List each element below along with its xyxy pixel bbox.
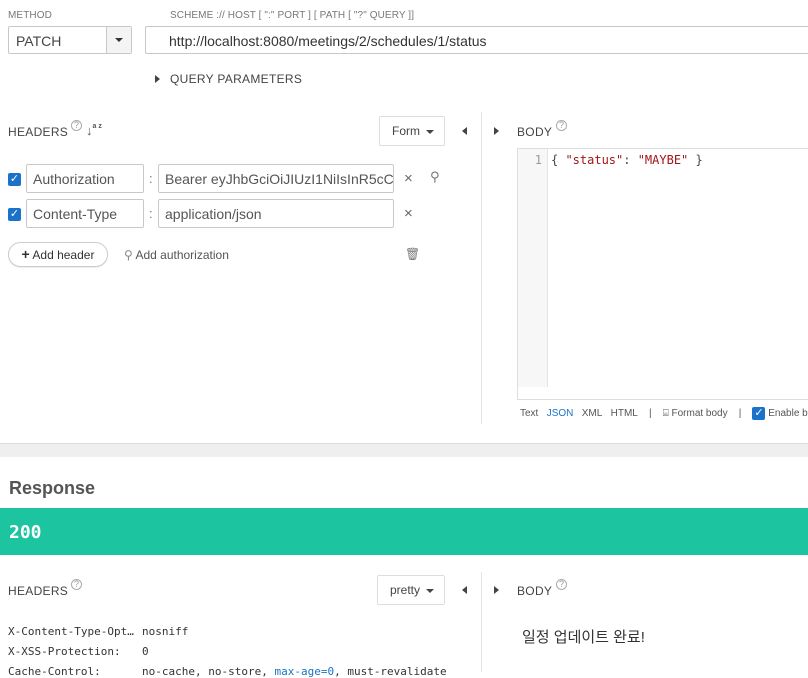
response-header-value: 0 (142, 645, 149, 658)
section-separator (0, 443, 808, 457)
add-header-button[interactable]: + Add header (8, 242, 108, 267)
format-separator: | (648, 408, 652, 420)
format-xml[interactable]: XML (582, 408, 603, 419)
close-icon[interactable]: × (404, 205, 413, 222)
sort-icon[interactable]: ↓a z (86, 123, 102, 138)
response-title: Response (9, 478, 96, 498)
triangle-left-icon[interactable] (462, 586, 467, 594)
pretty-label: pretty (390, 583, 421, 597)
header-colon: : (149, 171, 153, 186)
panel-divider[interactable] (481, 112, 482, 424)
editor-gutter: 1 (518, 149, 548, 387)
pretty-dropdown[interactable]: pretty (377, 575, 445, 605)
method-value: PATCH (16, 33, 62, 49)
format-body-button[interactable]: Format body (671, 408, 727, 419)
info-icon: ? (556, 579, 567, 590)
status-code: 200 (9, 522, 42, 543)
form-dropdown[interactable]: Form (379, 116, 445, 146)
header-value-field[interactable]: application/json (158, 199, 394, 228)
plus-icon: + (21, 246, 30, 262)
format-text[interactable]: Text (520, 408, 538, 419)
wand-icon: ⌸ (662, 408, 669, 420)
body-title: BODY (517, 125, 553, 139)
info-icon: ? (556, 120, 567, 131)
chevron-down-icon (426, 588, 435, 593)
response-header-name: X-Content-Type-Opt… (8, 625, 134, 638)
response-headers-title: HEADERS (8, 584, 69, 598)
query-params-label: QUERY PARAMETERS (170, 72, 303, 86)
panel-divider[interactable] (481, 572, 482, 672)
add-authorization-link[interactable]: ⚲ Add authorization (124, 248, 229, 262)
body-code-line[interactable]: { "status": "MAYBE" } (551, 153, 703, 167)
checkbox-icon[interactable]: ✓ (752, 407, 766, 420)
url-value: http://localhost:8080/meetings/2/schedul… (169, 33, 487, 49)
response-header-row: X-XSS-Protection: 0 (8, 645, 149, 658)
form-label: Form (392, 124, 420, 138)
triangle-right-icon[interactable] (494, 127, 499, 135)
enable-body-label[interactable]: Enable body (768, 408, 808, 419)
info-icon: ? (71, 120, 82, 131)
key-icon: ⚲ (124, 248, 133, 262)
headers-title: HEADERS (8, 125, 69, 139)
body-format-bar: Text JSON XML HTML | ⌸ Format body | ✓ E… (520, 407, 808, 420)
method-label: METHOD (8, 10, 52, 21)
response-header-name: X-XSS-Protection: (8, 645, 121, 658)
header-name-field[interactable]: Content-Type (26, 199, 144, 228)
triangle-right-icon (155, 75, 160, 83)
triangle-left-icon[interactable] (462, 127, 467, 135)
add-auth-label: Add authorization (135, 248, 229, 262)
trash-icon[interactable]: 🗑 (405, 247, 420, 261)
format-html[interactable]: HTML (611, 408, 638, 419)
url-input[interactable]: http://localhost:8080/meetings/2/schedul… (145, 26, 808, 54)
response-body-title: BODY (517, 584, 553, 598)
header-name-field[interactable]: Authorization (26, 164, 144, 193)
header-value-field[interactable]: Bearer eyJhbGciOiJIUzI1NiIsInR5cCI6 (158, 164, 394, 193)
line-number: 1 (534, 153, 542, 167)
method-select[interactable]: PATCH (8, 26, 132, 54)
response-header-value: nosniff (142, 625, 189, 638)
info-icon: ? (71, 579, 82, 590)
chevron-down-icon[interactable] (106, 27, 131, 53)
chevron-down-icon (426, 129, 434, 134)
url-hint-label: SCHEME :// HOST [ ":" PORT ] [ PATH [ "?… (170, 10, 415, 21)
key-icon[interactable]: ⚲ (430, 169, 440, 185)
status-bar: 200 (0, 508, 808, 555)
close-icon[interactable]: × (404, 170, 413, 187)
response-body-text: 일정 업데이트 완료! (522, 629, 645, 646)
checkbox-icon[interactable]: ✓ (8, 208, 21, 221)
add-header-label: Add header (32, 248, 95, 262)
header-colon: : (149, 206, 153, 221)
body-editor[interactable]: 1 { "status": "MAYBE" } (517, 148, 808, 400)
format-json[interactable]: JSON (547, 408, 574, 419)
response-header-row: X-Content-Type-Opt… nosniff (8, 625, 188, 638)
checkbox-icon[interactable]: ✓ (8, 173, 21, 186)
triangle-right-icon[interactable] (494, 586, 499, 594)
format-separator: | (738, 408, 742, 420)
